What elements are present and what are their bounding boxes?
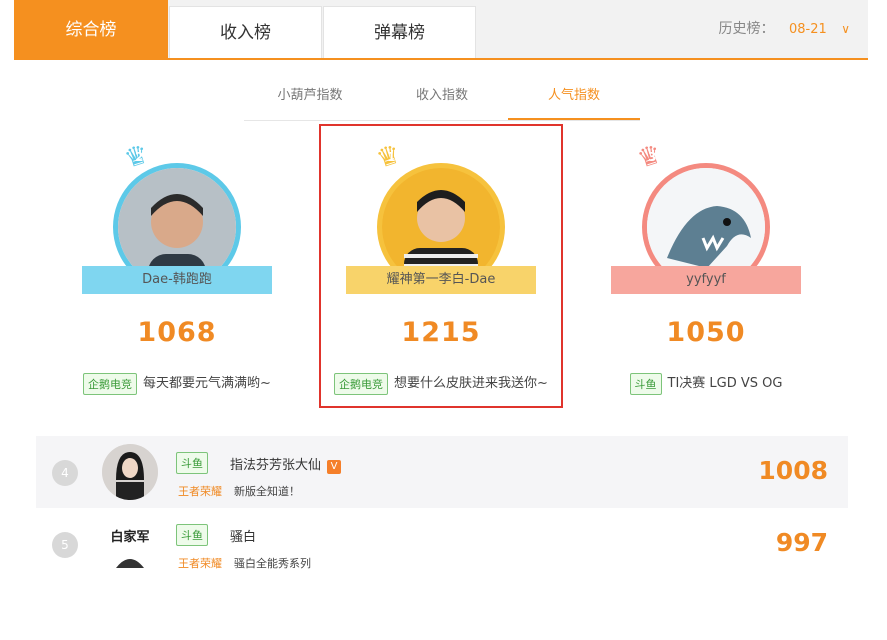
- stream-meta: 企鹅电竞 想要什么皮肤进来我送你~: [311, 372, 571, 395]
- name-ribbon: Dae-韩跑跑: [82, 266, 272, 294]
- active-subtab-underline: [508, 118, 640, 120]
- subtab-popularity-index[interactable]: 人气指数: [508, 84, 640, 103]
- verified-icon: V: [327, 460, 342, 474]
- streamer-name: Dae-韩跑跑: [142, 272, 212, 287]
- subtab-income-index[interactable]: 收入指数: [376, 84, 508, 103]
- tab-overall[interactable]: 综合榜: [14, 0, 168, 58]
- podium-rank-1[interactable]: ♛ 1 耀神第一李白-Dae 1215 企鹅电竞 想要什么皮肤进来我送你~: [311, 130, 571, 410]
- platform-tag: 企鹅电竞: [83, 372, 138, 395]
- platform-tag: 斗鱼: [629, 372, 662, 395]
- streamer-name-line: 指法芬芳张大仙 V: [230, 454, 342, 474]
- streamer-name[interactable]: 指法芬芳张大仙: [230, 458, 321, 473]
- streamer-name[interactable]: 骚白: [230, 530, 256, 545]
- platform-tag-wrap: 斗鱼: [176, 524, 214, 546]
- podium-rank-2[interactable]: ♛ 2 Dae-韩跑跑 1068 企鹅电竞 每天都要元气满满哟~: [47, 130, 307, 410]
- stream-meta: 斗鱼 TI决赛 LGD VS OG: [576, 372, 836, 395]
- leaderboard-panel: 综合榜 收入榜 弹幕榜 历史榜： 08-21 ∨ 小葫芦指数 收入指数 人气指数…: [14, 0, 868, 583]
- game-category[interactable]: 王者荣耀: [178, 483, 222, 499]
- platform-tag-wrap: 斗鱼: [176, 452, 214, 474]
- podium-rank-3[interactable]: ♛ 3 yyfyyf 1050 斗鱼 TI决赛 LGD VS OG: [576, 130, 836, 410]
- avatar[interactable]: 白家军: [102, 516, 158, 572]
- stream-description: 新版全知道！: [234, 485, 300, 498]
- rank-badge: 5: [52, 532, 78, 558]
- name-ribbon: 耀神第一李白-Dae: [346, 266, 536, 294]
- name-ribbon: yyfyyf: [611, 266, 801, 294]
- popularity-score: 1008: [758, 456, 828, 485]
- stream-description: 想要什么皮肤进来我送你~: [394, 376, 548, 391]
- tab-income[interactable]: 收入榜: [169, 6, 322, 58]
- table-row[interactable]: 4 斗鱼 指法芬芳张大仙 V 王者荣耀 新版全知道！ 1008: [36, 436, 848, 508]
- popularity-score: 1050: [666, 317, 746, 348]
- stream-meta: 企鹅电竞 每天都要元气满满哟~: [47, 372, 307, 395]
- index-subtabs: 小葫芦指数 收入指数 人气指数: [244, 70, 640, 121]
- avatar[interactable]: [102, 444, 158, 500]
- stream-description: TI决赛 LGD VS OG: [667, 376, 783, 391]
- crown-icon: ♛ 3: [633, 139, 666, 175]
- crown-icon: ♛ 1: [372, 139, 405, 175]
- subtab-gourd-index[interactable]: 小葫芦指数: [244, 84, 376, 103]
- platform-tag: 斗鱼: [176, 452, 208, 474]
- streamer-name: yyfyyf: [686, 272, 726, 287]
- history-label: 历史榜：: [718, 21, 775, 37]
- popularity-score: 1068: [137, 317, 217, 348]
- table-row[interactable]: 5 白家军 斗鱼 骚白 王者荣耀 骚白全能秀系列 997: [36, 508, 848, 580]
- streamer-name: 耀神第一李白-Dae: [386, 272, 496, 287]
- popularity-score: 997: [775, 528, 828, 557]
- tab-danmaku[interactable]: 弹幕榜: [323, 6, 476, 58]
- stream-description: 骚白全能秀系列: [234, 557, 311, 570]
- top-tab-bar: 综合榜 收入榜 弹幕榜 历史榜： 08-21 ∨: [14, 0, 868, 60]
- platform-tag: 斗鱼: [176, 524, 208, 546]
- game-category[interactable]: 王者荣耀: [178, 555, 222, 571]
- rank-badge: 4: [52, 460, 78, 486]
- popularity-score: 1215: [401, 317, 481, 348]
- streamer-name-line: 骚白: [230, 526, 256, 545]
- chevron-down-icon: ∨: [841, 22, 850, 36]
- history-selector[interactable]: 历史榜： 08-21 ∨: [719, 18, 850, 38]
- history-date: 08-21: [788, 22, 827, 37]
- stream-description: 每天都要元气满满哟~: [143, 376, 271, 391]
- platform-tag: 企鹅电竞: [334, 372, 389, 395]
